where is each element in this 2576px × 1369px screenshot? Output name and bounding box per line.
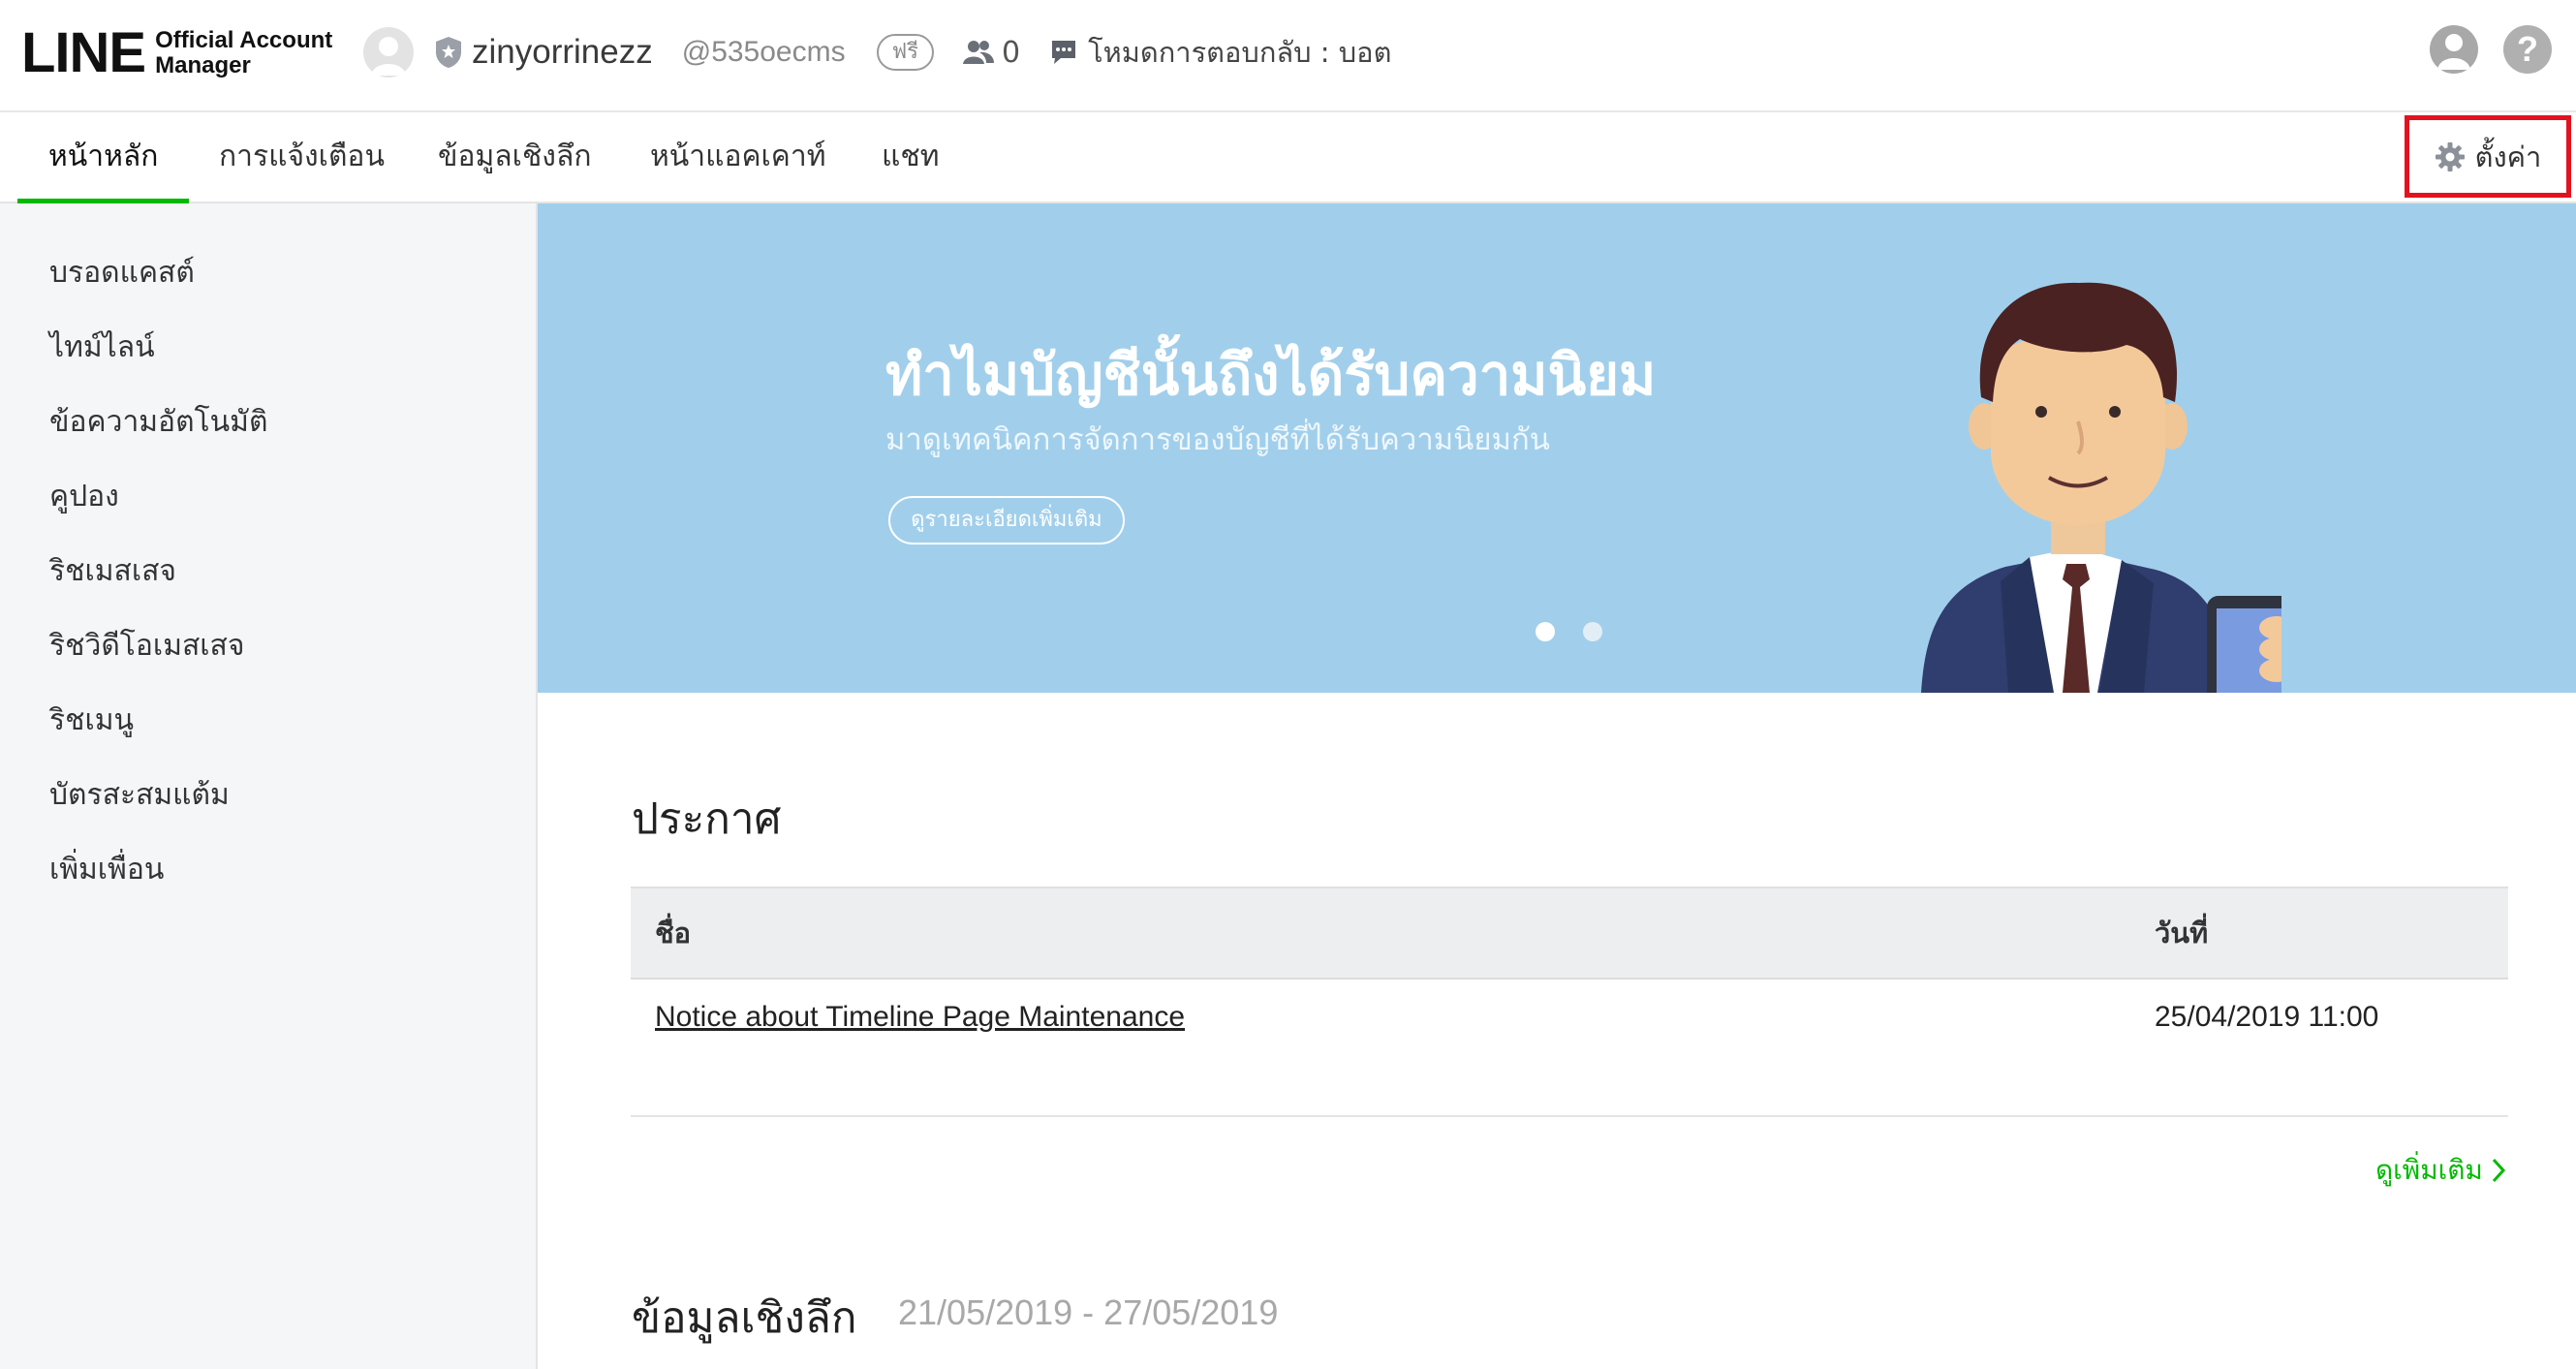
announcement-link[interactable]: Notice about Timeline Page Maintenance — [655, 1001, 1185, 1034]
sidebar-item-rich-menu[interactable]: ริชเมนู — [49, 698, 134, 743]
settings-button[interactable]: ตั้งค่า — [2405, 115, 2571, 198]
tab-insights[interactable]: ข้อมูลเชิงลึก — [407, 112, 623, 202]
chevron-right-icon — [2492, 1158, 2505, 1183]
account-info: zinyorrinezz @535oecms ฟรี 0 โหมดการตอบก… — [363, 25, 1391, 79]
sidebar: บรอดแคสต์ ไทม์ไลน์ ข้อความอัตโนมัติ คูปอ… — [0, 203, 538, 1369]
logo-subtitle-line-2: Manager — [155, 52, 251, 78]
tab-home[interactable]: หน้าหลัก — [17, 112, 190, 203]
tab-notifications[interactable]: การแจ้งเตือน — [188, 112, 416, 202]
account-id: @535oecms — [681, 36, 846, 68]
avatar-placeholder-icon — [371, 37, 406, 76]
friend-count-value: 0 — [1002, 35, 1021, 70]
see-more-link[interactable]: ดูเพิ่มเติม — [2375, 1149, 2506, 1192]
announcements-title: ประกาศ — [632, 794, 782, 844]
sidebar-item-coupon[interactable]: คูปอง — [49, 474, 119, 519]
gear-icon — [2435, 141, 2465, 171]
help-icon[interactable]: ? — [2503, 25, 2552, 74]
user-profile-icon[interactable] — [2430, 25, 2478, 74]
main-nav: หน้าหลัก การแจ้งเตือน ข้อมูลเชิงลึก หน้า… — [0, 112, 2576, 203]
sidebar-item-auto-response[interactable]: ข้อความอัตโนมัติ — [49, 399, 267, 445]
tab-chat[interactable]: แชท — [851, 112, 970, 202]
businessman-illustration — [1921, 282, 2281, 693]
banner-subtitle: มาดูเทคนิคการจัดการของบัญชีที่ได้รับความ… — [885, 422, 1550, 457]
column-header-date: วันที่ — [2155, 917, 2209, 949]
sidebar-item-rich-video-message[interactable]: ริชวิดีโอเมสเสจ — [49, 623, 244, 669]
announcement-date: 25/04/2019 11:00 — [2155, 1001, 2379, 1033]
sidebar-item-add-friend[interactable]: เพิ่มเพื่อน — [49, 847, 164, 892]
reply-mode-status[interactable]: โหมดการตอบกลับ : บอต — [1049, 30, 1391, 75]
sidebar-item-timeline[interactable]: ไทม์ไลน์ — [49, 325, 155, 370]
insights-title: ข้อมูลเชิงลึก — [632, 1293, 857, 1343]
banner-details-button[interactable]: ดูรายละเอียดเพิ่มเติม — [888, 496, 1125, 544]
logo-wordmark: LINE — [21, 21, 146, 84]
user-silhouette-icon — [2437, 34, 2470, 70]
settings-label: ตั้งค่า — [2474, 140, 2542, 173]
verified-shield-icon — [436, 37, 461, 68]
friends-icon — [963, 41, 995, 64]
carousel-dot-2[interactable] — [1583, 622, 1602, 641]
banner-title: ทำไมบัญชีนั้นถึงได้รับความนิยม — [885, 342, 1657, 408]
table-row: Notice about Timeline Page Maintenance 2… — [631, 980, 2508, 1117]
account-name[interactable]: zinyorrinezz — [472, 33, 653, 72]
see-more-label: ดูเพิ่มเติม — [2375, 1154, 2483, 1186]
top-header: LINE Official Account Manager zinyorrine… — [0, 0, 2576, 112]
column-header-name: ชื่อ — [655, 917, 692, 949]
friend-count[interactable]: 0 — [963, 36, 1020, 70]
logo-subtitle: Official Account Manager — [155, 28, 332, 78]
sidebar-item-rich-message[interactable]: ริชเมสเสจ — [49, 548, 176, 594]
plan-badge: ฟรี — [876, 34, 935, 71]
table-header: ชื่อ วันที่ — [631, 887, 2508, 980]
account-avatar[interactable] — [363, 27, 414, 78]
announcements-table: ชื่อ วันที่ Notice about Timeline Page M… — [631, 887, 2508, 1117]
promo-banner[interactable]: ทำไมบัญชีนั้นถึงได้รับความนิยม มาดูเทคนิ… — [538, 203, 2576, 693]
reply-mode-label: โหมดการตอบกลับ : บอต — [1088, 36, 1392, 69]
insights-date-range: 21/05/2019 - 27/05/2019 — [898, 1292, 1279, 1332]
carousel-dot-1[interactable] — [1536, 622, 1555, 641]
tab-account-page[interactable]: หน้าแอคเคาท์ — [619, 112, 857, 202]
sidebar-item-broadcast[interactable]: บรอดแคสต์ — [49, 250, 195, 296]
sidebar-item-reward-card[interactable]: บัตรสะสมแต้ม — [49, 772, 230, 818]
line-oa-manager-logo[interactable]: LINE Official Account Manager — [21, 19, 332, 87]
logo-subtitle-line-1: Official Account — [155, 27, 333, 53]
chat-bubble-icon — [1052, 41, 1076, 64]
